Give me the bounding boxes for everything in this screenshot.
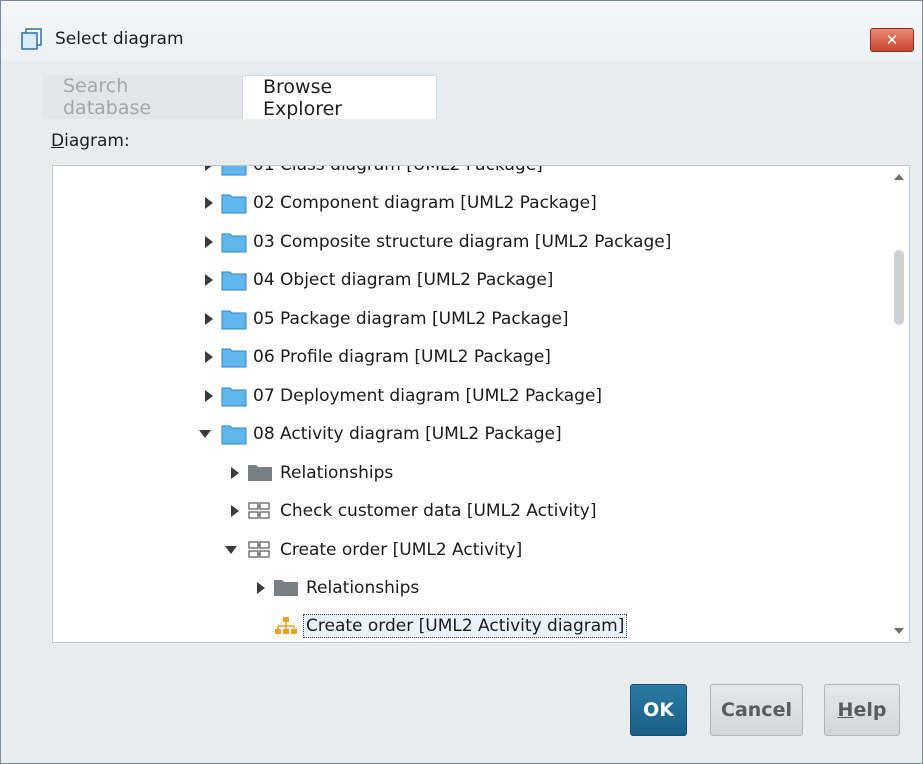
help-button-label: elp bbox=[853, 699, 887, 721]
tree-item-label[interactable]: Create order [UML2 Activity] bbox=[280, 540, 522, 560]
activity-diagram-icon bbox=[275, 617, 297, 634]
folder-blue-icon bbox=[221, 310, 247, 330]
tree-item-label[interactable]: 07 Deployment diagram [UML2 Package] bbox=[253, 386, 602, 406]
tree-row-object-diagram[interactable]: 04 Object diagram [UML2 Package] bbox=[53, 261, 889, 299]
tree-item-label[interactable]: Relationships bbox=[306, 578, 419, 598]
tree-row-profile-diagram[interactable]: 06 Profile diagram [UML2 Package] bbox=[53, 338, 889, 376]
expand-arrow-icon[interactable] bbox=[203, 196, 215, 210]
folder-gray-icon bbox=[274, 580, 298, 596]
tree-item-label-selected[interactable]: Create order [UML2 Activity diagram] bbox=[303, 614, 628, 638]
expand-arrow-icon[interactable] bbox=[229, 466, 241, 480]
tree-row-relationships-nested[interactable]: Relationships bbox=[53, 569, 889, 607]
expand-arrow-icon[interactable] bbox=[255, 581, 267, 595]
folder-blue-icon bbox=[221, 233, 247, 253]
folder-gray-icon bbox=[248, 465, 272, 481]
ok-button[interactable]: OK bbox=[630, 684, 687, 736]
tree-row-component-diagram[interactable]: 02 Component diagram [UML2 Package] bbox=[53, 184, 889, 222]
expand-arrow-icon[interactable] bbox=[229, 504, 241, 518]
cancel-button-label: Cancel bbox=[721, 699, 792, 721]
tree-item-label[interactable]: 08 Activity diagram [UML2 Package] bbox=[253, 424, 562, 444]
tree-row-relationships[interactable]: Relationships bbox=[53, 454, 889, 492]
title-bar[interactable]: Select diagram ✕ bbox=[1, 1, 922, 61]
folder-blue-icon bbox=[221, 166, 247, 176]
tree-row-check-customer-data[interactable]: Check customer data [UML2 Activity] bbox=[53, 492, 889, 530]
activity-icon bbox=[248, 541, 270, 558]
select-diagram-dialog: Select diagram ✕ Search database Browse … bbox=[0, 0, 923, 764]
expand-arrow-icon[interactable] bbox=[203, 166, 215, 172]
cancel-button[interactable]: Cancel bbox=[710, 684, 803, 736]
tree-row-activity-diagram[interactable]: 08 Activity diagram [UML2 Package] bbox=[53, 415, 889, 453]
tab-search-database[interactable]: Search database bbox=[43, 75, 241, 119]
tree-row-create-order-diagram[interactable]: Create order [UML2 Activity diagram] bbox=[53, 607, 889, 642]
collapse-arrow-icon[interactable] bbox=[199, 427, 211, 441]
tab-browse-explorer[interactable]: Browse Explorer bbox=[242, 75, 437, 120]
tree-row-deployment-diagram[interactable]: 07 Deployment diagram [UML2 Package] bbox=[53, 377, 889, 415]
tree-item-label[interactable]: 03 Composite structure diagram [UML2 Pac… bbox=[253, 232, 671, 252]
diagram-label-rest: iagram: bbox=[64, 131, 130, 151]
folder-blue-icon bbox=[221, 348, 247, 368]
help-mnemonic: H bbox=[837, 699, 854, 721]
tab-label: Search database bbox=[63, 75, 152, 119]
scroll-up-icon[interactable] bbox=[889, 168, 909, 186]
help-button[interactable]: Help bbox=[824, 684, 900, 736]
diagram-field-label: Diagram: bbox=[51, 131, 130, 151]
dialog-title: Select diagram bbox=[55, 29, 184, 49]
tab-label: Browse Explorer bbox=[263, 75, 343, 120]
tree-item-label[interactable]: 02 Component diagram [UML2 Package] bbox=[253, 193, 597, 213]
diagram-tree[interactable]: 01 Class diagram [UML2 Package] 02 Compo… bbox=[52, 165, 910, 643]
folder-blue-icon bbox=[221, 194, 247, 214]
scroll-down-icon[interactable] bbox=[889, 622, 909, 640]
expand-arrow-icon[interactable] bbox=[203, 235, 215, 249]
expand-arrow-icon[interactable] bbox=[203, 312, 215, 326]
folder-blue-icon bbox=[221, 271, 247, 291]
tree-item-label[interactable]: Check customer data [UML2 Activity] bbox=[280, 501, 597, 521]
tree-item-label[interactable]: 04 Object diagram [UML2 Package] bbox=[253, 270, 553, 290]
expand-arrow-icon[interactable] bbox=[203, 350, 215, 364]
vertical-scrollbar[interactable] bbox=[889, 166, 909, 642]
diagram-label-mnemonic: D bbox=[51, 131, 65, 151]
tree-item-label[interactable]: Relationships bbox=[280, 463, 393, 483]
close-button[interactable]: ✕ bbox=[870, 28, 914, 52]
close-icon: ✕ bbox=[885, 31, 899, 49]
activity-icon bbox=[248, 502, 270, 519]
tree-item-label[interactable]: 01 Class diagram [UML2 Package] bbox=[253, 166, 543, 175]
tree-row-package-diagram[interactable]: 05 Package diagram [UML2 Package] bbox=[53, 300, 889, 338]
tree-row-create-order-activity[interactable]: Create order [UML2 Activity] bbox=[53, 531, 889, 569]
expand-arrow-icon[interactable] bbox=[203, 389, 215, 403]
folder-blue-icon bbox=[221, 387, 247, 407]
collapse-arrow-icon[interactable] bbox=[225, 543, 237, 557]
ok-button-label: OK bbox=[643, 699, 674, 721]
tree-row-class-diagram[interactable]: 01 Class diagram [UML2 Package] bbox=[53, 166, 889, 184]
folder-blue-icon bbox=[221, 425, 247, 445]
tree-item-label[interactable]: 06 Profile diagram [UML2 Package] bbox=[253, 347, 551, 367]
dialog-icon bbox=[21, 28, 42, 50]
scrollbar-thumb[interactable] bbox=[894, 250, 904, 325]
tree-row-composite-structure-diagram[interactable]: 03 Composite structure diagram [UML2 Pac… bbox=[53, 223, 889, 261]
tree-item-label[interactable]: 05 Package diagram [UML2 Package] bbox=[253, 309, 569, 329]
expand-arrow-icon[interactable] bbox=[203, 273, 215, 287]
